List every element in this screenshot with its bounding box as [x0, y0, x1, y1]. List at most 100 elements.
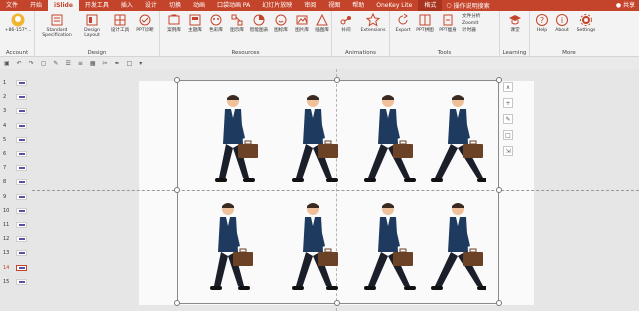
- icon-library-icon: [275, 14, 287, 26]
- plus-icon[interactable]: +: [503, 98, 513, 108]
- tab-pocket-animation[interactable]: 口袋动画 PA: [211, 0, 256, 11]
- tab-format[interactable]: 格式: [418, 0, 443, 11]
- search-box[interactable]: ○ 操作说明搜索: [442, 1, 489, 10]
- classroom-button[interactable]: 课堂: [505, 13, 525, 33]
- theme-library-button[interactable]: 主题库: [185, 13, 205, 33]
- slide-number: 4: [3, 122, 7, 129]
- case-library-button[interactable]: 案例库: [164, 13, 184, 33]
- slide-thumbnail[interactable]: 7: [3, 163, 31, 173]
- brush-icon[interactable]: ✎: [503, 114, 513, 124]
- resize-handle-bottom-left[interactable]: [174, 300, 180, 306]
- image-library-button[interactable]: 图片库: [292, 13, 312, 33]
- resize-handle-top-left[interactable]: [174, 77, 180, 83]
- resize-handle-top-right[interactable]: [496, 77, 502, 83]
- slide-thumbnail[interactable]: 3: [3, 106, 31, 116]
- shape-icon[interactable]: □: [127, 60, 133, 67]
- more-icon[interactable]: ▾: [139, 60, 142, 67]
- slide-thumbnail[interactable]: 12: [3, 234, 31, 244]
- tab-transitions[interactable]: 切换: [163, 0, 187, 11]
- smart-chart-button[interactable]: 智能图表: [248, 13, 270, 33]
- undo-icon[interactable]: ↶: [17, 60, 22, 67]
- share-button[interactable]: ● 共享: [616, 0, 635, 11]
- slide-thumbnail[interactable]: 2: [3, 92, 31, 102]
- ppt-diagnosis-button[interactable]: PPT诊断: [133, 13, 157, 33]
- timer-button[interactable]: 计时器: [462, 27, 500, 34]
- align-icon[interactable]: ☰: [65, 60, 70, 67]
- slide-thumbnail[interactable]: 8: [3, 177, 31, 187]
- design-layout-button[interactable]: Design Layout: [79, 13, 105, 38]
- group-tools: Export PPT拼图 PPT瘦身 文件分析 ZoomIt 计时器 Tools: [390, 11, 500, 57]
- tab-animations[interactable]: 动画: [187, 0, 211, 11]
- new-slide-icon[interactable]: ▢: [41, 60, 47, 67]
- group-icon[interactable]: ▦: [90, 60, 96, 67]
- save-icon[interactable]: ▣: [4, 60, 10, 67]
- search-hint: 操作说明搜索: [453, 3, 490, 10]
- tab-design[interactable]: 设计: [139, 0, 163, 11]
- graduation-cap-icon: [509, 15, 521, 25]
- tab-review[interactable]: 审阅: [298, 0, 322, 11]
- illustration-library-button[interactable]: 插图库: [312, 13, 332, 33]
- layout-options-icon[interactable]: ∧: [503, 82, 513, 92]
- slide-thumbnail[interactable]: 9: [3, 192, 31, 202]
- settings-button[interactable]: Settings: [573, 13, 599, 33]
- icon-library-button[interactable]: 图标库: [271, 13, 291, 33]
- resize-handle-bottom[interactable]: [334, 300, 340, 306]
- tab-file[interactable]: 文件: [0, 0, 24, 11]
- file-analysis-button[interactable]: 文件分析: [462, 13, 500, 20]
- color-library-button[interactable]: 色彩库: [206, 13, 226, 33]
- group-label-account: Account: [5, 50, 29, 56]
- lightbulb-icon: ○: [446, 2, 452, 9]
- standard-specification-button[interactable]: Standard Specification: [41, 13, 73, 38]
- standard-spec-icon: [51, 14, 63, 26]
- crop-handle-icon[interactable]: ⇲: [503, 146, 513, 156]
- tab-view[interactable]: 视图: [322, 0, 346, 11]
- help-button[interactable]: ? Help: [533, 13, 551, 33]
- slide-thumbnail[interactable]: 14: [3, 263, 31, 273]
- copy-icon[interactable]: □: [503, 130, 513, 140]
- group-animations: 补间 Extensions Animations: [332, 11, 390, 57]
- distribute-icon[interactable]: ≡: [78, 60, 83, 67]
- tab-help[interactable]: 帮助: [346, 0, 370, 11]
- tab-insert[interactable]: 插入: [115, 0, 139, 11]
- slide-thumbnail[interactable]: 10: [3, 206, 31, 216]
- slide-thumbnail[interactable]: 1: [3, 78, 31, 88]
- format-painter-icon[interactable]: ✎: [53, 60, 58, 67]
- slide-thumbnail[interactable]: 15: [3, 277, 31, 287]
- crop-icon[interactable]: ✂: [103, 60, 108, 67]
- slide-preview: [16, 193, 27, 200]
- design-tools-button[interactable]: 设计工具: [108, 13, 132, 33]
- slide-number: 9: [3, 193, 7, 200]
- resize-handle-bottom-right[interactable]: [496, 300, 502, 306]
- group-design: Standard Specification Design Layout 设计工…: [35, 11, 160, 57]
- resize-handle-left[interactable]: [174, 187, 180, 193]
- account-button[interactable]: +86-157*...: [3, 13, 33, 33]
- about-button[interactable]: i About: [552, 13, 572, 33]
- slide-thumbnail[interactable]: 5: [3, 135, 31, 145]
- export-button[interactable]: Export: [393, 13, 413, 33]
- tween-button[interactable]: 补间: [336, 13, 356, 33]
- tab-slideshow[interactable]: 幻灯片放映: [256, 0, 298, 11]
- extensions-button[interactable]: Extensions: [359, 13, 387, 33]
- selection-box[interactable]: [177, 80, 499, 304]
- slide-thumbnail[interactable]: 13: [3, 248, 31, 258]
- tab-islide[interactable]: iSlide: [48, 0, 79, 11]
- diagram-library-button[interactable]: 图示库: [227, 13, 247, 33]
- person-icon: ●: [615, 2, 622, 9]
- group-label-resources: Resources: [231, 50, 260, 56]
- ppt-slim-button[interactable]: PPT瘦身: [437, 13, 459, 33]
- resize-handle-right[interactable]: [496, 187, 502, 193]
- slide-thumbnail[interactable]: 6: [3, 149, 31, 159]
- tab-developer[interactable]: 开发工具: [79, 0, 115, 11]
- ppt-puzzle-button[interactable]: PPT拼图: [414, 13, 436, 33]
- group-resources: 案例库 主题库 色彩库 图示库 智能图表 图标库 图片库 插图库 Resourc…: [160, 11, 332, 57]
- pen-icon[interactable]: ✒: [115, 60, 120, 67]
- zoomit-button[interactable]: ZoomIt: [462, 20, 500, 27]
- resize-handle-top[interactable]: [334, 77, 340, 83]
- tab-onekey-lite[interactable]: OneKey Lite: [370, 0, 418, 11]
- slide-number: 5: [3, 136, 7, 143]
- slide-thumbnail[interactable]: 11: [3, 220, 31, 230]
- slide-thumbnail[interactable]: 4: [3, 121, 31, 131]
- tab-home[interactable]: 开始: [24, 0, 48, 11]
- redo-icon[interactable]: ↷: [29, 60, 34, 67]
- svg-text:i: i: [561, 16, 563, 25]
